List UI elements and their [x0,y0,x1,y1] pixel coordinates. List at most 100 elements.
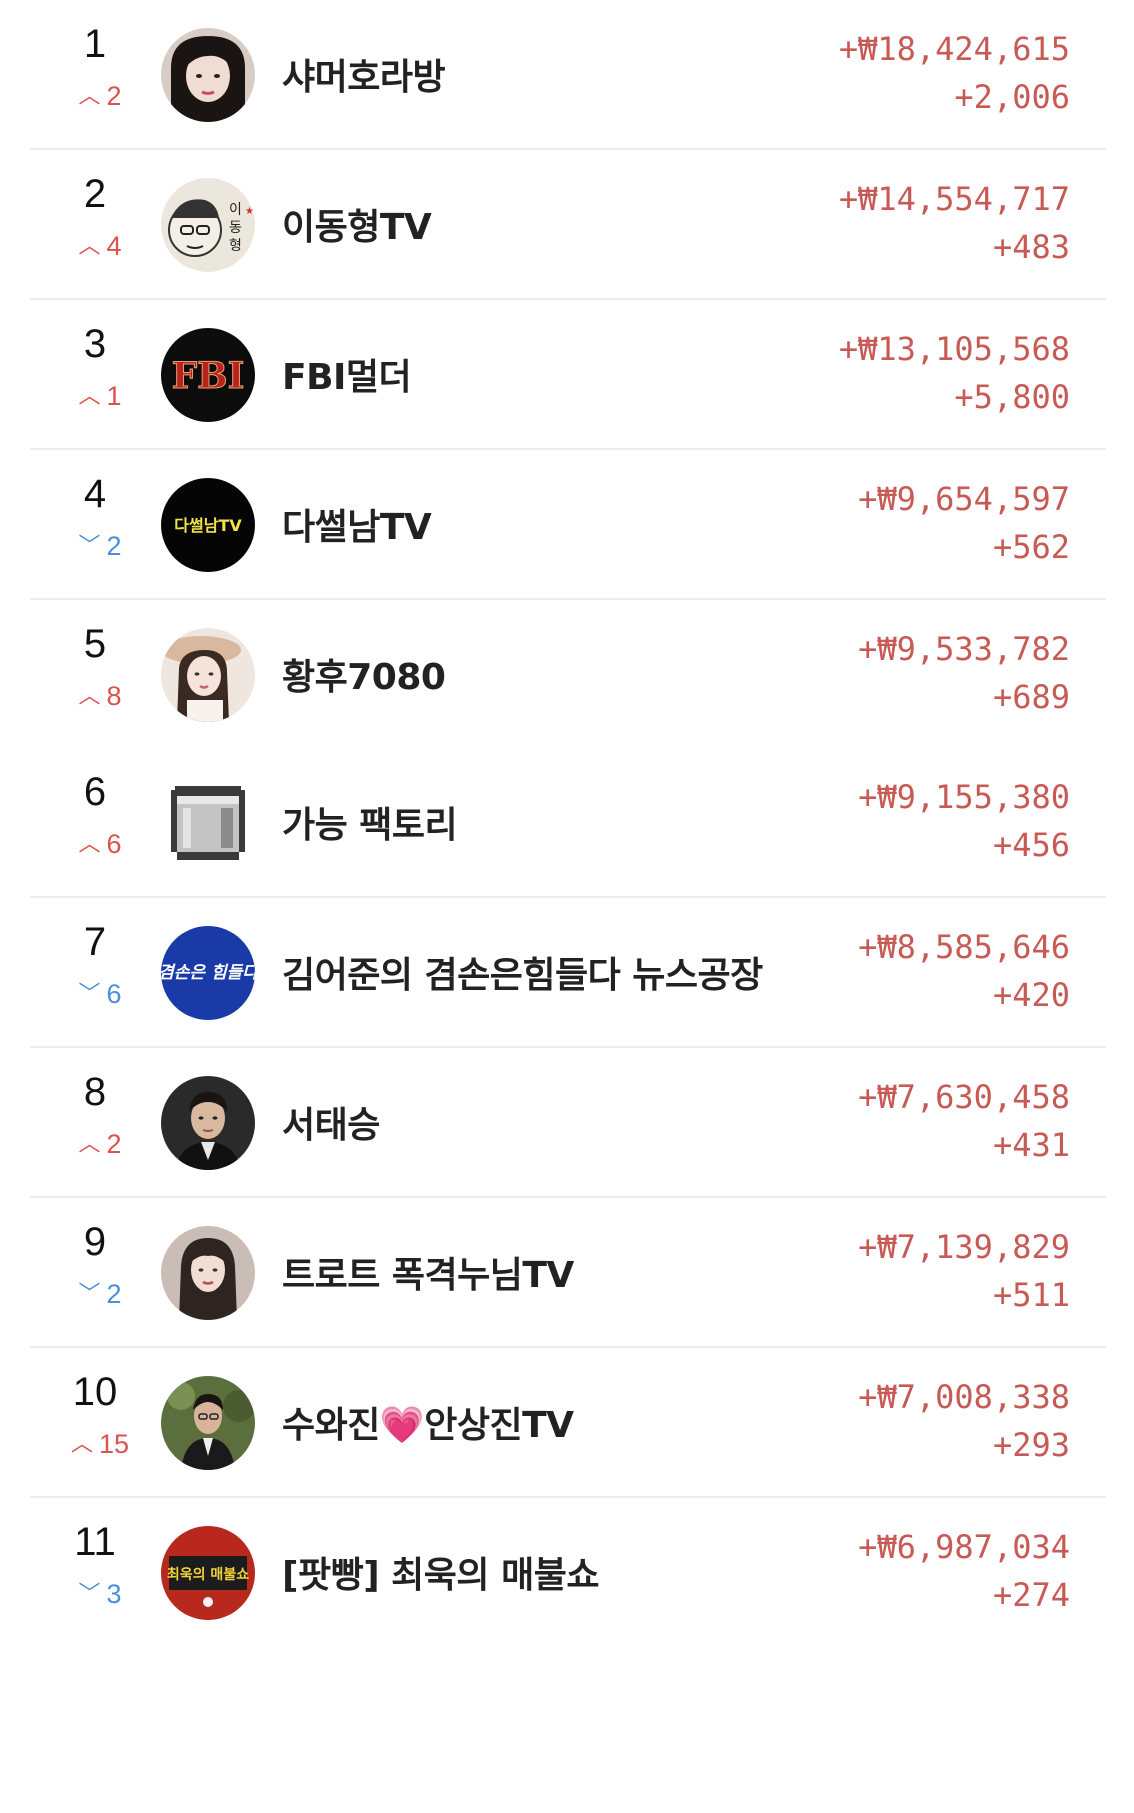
rank-change: ︿ 15 [50,1426,150,1460]
channel-name: 수와진💗안상진TV [282,1405,574,1446]
channel-name: 다썰남TV [282,507,432,548]
dasseolnam-logo-avatar: 다썰남TV [161,478,255,572]
rank-number: 11 [74,1520,116,1564]
donation-count: +274 [992,1576,1070,1614]
donation-count: +483 [992,228,1070,266]
woman-hat-avatar [161,628,255,722]
rank-number: 4 [83,472,107,516]
avatar[interactable]: 다썰남TV [161,478,255,572]
donation-count: +2,006 [954,78,1070,116]
rank-change: ﹀ 2 [50,528,150,562]
channel-name: 가능 팩토리 [282,805,458,846]
list-item[interactable]: 6 ︿ 6 가능 팩토리 +₩9,155,380 +456 [30,748,1106,898]
rank-change: ︿ 6 [50,826,150,860]
woman-portrait-avatar [161,28,255,122]
chevron-up-icon: ︿ [78,1131,101,1156]
donation-count: +5,800 [954,378,1070,416]
rank-change: ﹀ 2 [50,1276,150,1310]
rank-number: 6 [83,770,107,814]
list-item[interactable]: 9 ﹀ 2 트로트 폭격누님TV +₩7,139,829 +511 [30,1198,1106,1348]
donation-amount: +₩7,008,338 [858,1378,1070,1416]
rank-number: 3 [83,322,107,366]
chevron-up-icon: ︿ [78,383,101,408]
rank-change: ﹀ 6 [50,976,150,1010]
chevron-up-icon: ︿ [78,831,101,856]
rank-change: ︿ 8 [50,678,150,712]
channel-name: [팟빵] 최욱의 매불쇼 [282,1555,599,1596]
chevron-down-icon: ﹀ [78,981,101,1006]
rank-number: 10 [72,1370,118,1414]
donation-count: +562 [992,528,1070,566]
man-suit-avatar [161,1376,255,1470]
list-item[interactable]: 8 ︿ 2 서태승 +₩7,630,458 +431 [30,1048,1106,1198]
donation-count: +293 [992,1426,1070,1464]
donation-count: +511 [992,1276,1070,1314]
avatar[interactable] [161,1226,255,1320]
svg-text:★: ★ [245,206,254,217]
channel-name: FBI멀더 [282,357,412,398]
avatar[interactable]: FBI [161,328,255,422]
avatar[interactable] [161,1076,255,1170]
donation-amount: +₩7,630,458 [858,1078,1070,1116]
list-item[interactable]: 3 ︿ 1 FBI FBI멀더 +₩13,105,568 +5,800 [30,300,1106,450]
pixel-bucket-avatar [161,776,255,870]
avatar[interactable]: 이 동 형 ★ [161,178,255,272]
svg-text:다썰남TV: 다썰남TV [174,516,242,535]
donation-amount: +₩14,554,717 [838,180,1070,218]
avatar[interactable] [161,28,255,122]
channel-name: 샤머호라방 [282,57,446,98]
donation-count: +431 [992,1126,1070,1164]
list-item[interactable]: 10 ︿ 15 수와진💗안상진TV +₩7,008,338 +293 [30,1348,1106,1498]
rank-number: 9 [83,1220,107,1264]
chevron-up-icon: ︿ [78,233,101,258]
avatar[interactable]: 최욱의 매불쇼 [161,1526,255,1620]
donation-amount: +₩9,533,782 [858,630,1070,668]
svg-text:이: 이 [229,202,242,218]
channel-name: 이동형TV [282,207,432,248]
donation-amount: +₩7,139,829 [858,1228,1070,1266]
list-item[interactable]: 11 ﹀ 3 최욱의 매불쇼 [팟빵] 최욱의 매불쇼 +₩6,987,034 +… [30,1498,1106,1648]
donation-amount: +₩9,155,380 [858,778,1070,816]
chevron-down-icon: ﹀ [78,1281,101,1306]
list-item[interactable]: 7 ﹀ 6 겸손은 힘들다 김어준의 겸손은힘들다 뉴스공장 +₩8,585,64… [30,898,1106,1048]
donation-count: +420 [992,976,1070,1014]
donation-amount: +₩6,987,034 [858,1528,1070,1566]
rank-change: ︿ 2 [50,1126,150,1160]
avatar[interactable]: 겸손은 힘들다 [161,926,255,1020]
channel-name: 트로트 폭격누님TV [282,1255,574,1296]
man-portrait-avatar [161,1076,255,1170]
list-item[interactable]: 1 ︿ 2 샤머호라방 +₩18,424,615 +2,006 [30,0,1106,150]
rank-number: 7 [83,920,107,964]
list-item[interactable]: 2 ︿ 4 이 동 형 ★ 이동형TV +₩14,554,717 +483 [30,150,1106,300]
chevron-up-icon: ︿ [78,683,101,708]
caricature-avatar: 이 동 형 ★ [161,178,255,272]
svg-text:겸손은 힘들다: 겸손은 힘들다 [161,963,255,983]
avatar[interactable] [161,628,255,722]
avatar[interactable] [161,776,255,870]
chevron-down-icon: ﹀ [78,533,101,558]
chevron-up-icon: ︿ [70,1431,93,1456]
woman-longhair-avatar [161,1226,255,1320]
rank-change: ︿ 2 [50,78,150,112]
avatar[interactable] [161,1376,255,1470]
rank-number: 8 [83,1070,107,1114]
list-item[interactable]: 4 ﹀ 2 다썰남TV 다썰남TV +₩9,654,597 +562 [30,450,1106,600]
rank-change: ︿ 1 [50,378,150,412]
rank-change: ︿ 4 [50,228,150,262]
news-factory-logo-avatar: 겸손은 힘들다 [161,926,255,1020]
svg-text:FBI: FBI [172,355,245,397]
svg-text:최욱의 매불쇼: 최욱의 매불쇼 [167,1566,249,1583]
maebulsho-logo-avatar: 최욱의 매불쇼 [161,1526,255,1620]
chevron-down-icon: ﹀ [78,1581,101,1606]
svg-text:동: 동 [229,220,242,236]
donation-amount: +₩13,105,568 [838,330,1070,368]
channel-name: 황후7080 [282,657,446,698]
rank-change: ﹀ 3 [50,1576,150,1610]
chevron-up-icon: ︿ [78,83,101,108]
donation-amount: +₩8,585,646 [858,928,1070,966]
rank-number: 5 [83,622,107,666]
donation-amount: +₩18,424,615 [838,30,1070,68]
channel-name: 서태승 [282,1105,380,1146]
list-item[interactable]: 5 ︿ 8 황후7080 +₩9,533,782 +689 [30,600,1106,750]
svg-text:형: 형 [229,238,242,254]
